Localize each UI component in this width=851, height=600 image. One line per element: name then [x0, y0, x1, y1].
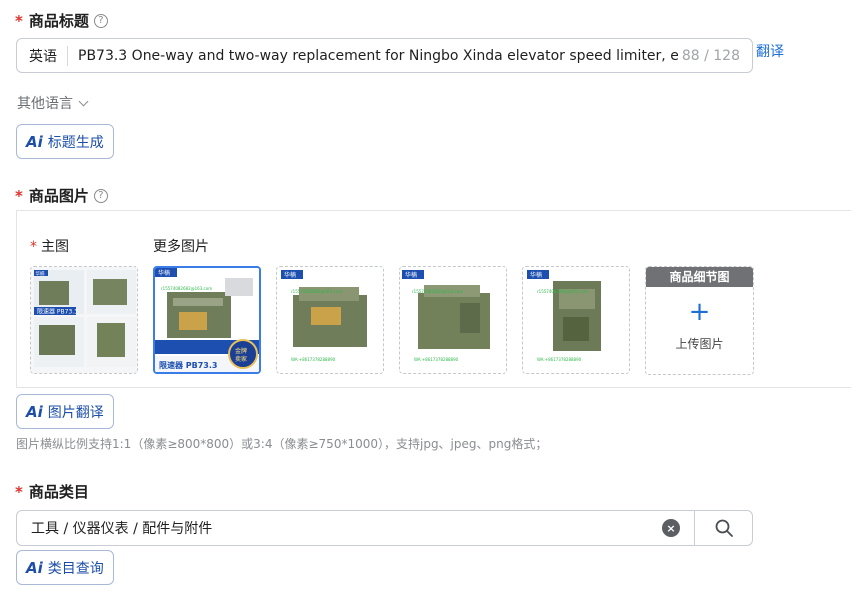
svg-text:卖家: 卖家 [235, 355, 247, 363]
thumb-brand-text: 华楠 [36, 270, 45, 277]
ai-title-generate-label: 标题生成 [47, 134, 104, 151]
svg-text:华楠: 华楠 [158, 269, 170, 277]
svg-text:r15574082682@163.com: r15574082682@163.com [537, 289, 588, 294]
ai-icon: Ai [26, 558, 43, 577]
ai-image-translate-button[interactable]: Ai 图片翻译 [16, 394, 114, 429]
category-label-row: * 商品类目 [15, 481, 89, 502]
svg-text:华楠: 华楠 [284, 271, 296, 279]
svg-text:r15574082682@163.com: r15574082682@163.com [161, 286, 212, 291]
svg-text:r15574082682@163.com: r15574082682@163.com [412, 289, 463, 294]
ai-icon: Ai [26, 132, 43, 151]
ai-icon: Ai [26, 402, 43, 421]
category-label: 商品类目 [28, 483, 89, 501]
required-mark: * [15, 11, 23, 30]
help-icon[interactable]: ? [93, 188, 108, 203]
more-images-label: 更多图片 [153, 239, 209, 255]
svg-text:限速器 PB73.3: 限速器 PB73.3 [159, 360, 217, 370]
image-format-hint: 图片横纵比例支持1:1（像素≥800*800）或3:4（像素≥750*1000）… [16, 437, 548, 451]
required-mark: * [15, 482, 23, 501]
title-input[interactable]: 英语 PB73.3 One-way and two-way replacemen… [16, 38, 753, 73]
search-button[interactable] [694, 511, 752, 545]
upload-detail-image[interactable]: 商品细节图 + 上传图片 [645, 266, 754, 375]
plus-icon: + [688, 297, 711, 327]
svg-text:WA:+8617378288890: WA:+8617378288890 [291, 357, 336, 362]
chevron-down-icon [78, 96, 89, 106]
upload-image-label: 上传图片 [675, 337, 724, 351]
title-label-row: * 商品标题 ? [15, 10, 108, 31]
category-value[interactable]: 工具 / 仪器仪表 / 配件与附件 [17, 518, 662, 538]
other-languages-label: 其他语言 [17, 96, 73, 112]
image-label-row: * 商品图片 ? [15, 185, 108, 206]
ai-category-query-button[interactable]: Ai 类目查询 [16, 550, 114, 585]
ai-title-generate-button[interactable]: Ai 标题生成 [16, 124, 114, 159]
svg-text:华楠: 华楠 [405, 271, 417, 279]
main-image-label: * 主图 [30, 239, 69, 255]
svg-text:金牌: 金牌 [235, 347, 247, 355]
title-value[interactable]: PB73.3 One-way and two-way replacement f… [78, 48, 678, 64]
clear-icon[interactable]: × [662, 519, 680, 537]
title-char-counter: 88 / 128 [681, 47, 740, 64]
ai-image-translate-label: 图片翻译 [47, 404, 104, 421]
help-icon[interactable]: ? [93, 13, 108, 28]
translate-link[interactable]: 翻译 [756, 41, 784, 61]
ai-category-query-label: 类目查询 [47, 560, 104, 577]
svg-text:华楠: 华楠 [530, 271, 542, 279]
product-image-thumbnail[interactable]: 华楠 r15574082682@163.com WA:+861737828889… [276, 266, 384, 374]
product-image-thumbnail[interactable]: 华楠 r15574082682@163.com 限速器 PB73.3 金牌 卖家 [153, 266, 261, 374]
svg-text:WA:+8617378288890: WA:+8617378288890 [537, 357, 582, 362]
title-label: 商品标题 [28, 12, 89, 30]
required-mark: * [30, 239, 37, 255]
product-image-thumbnail[interactable]: 华楠 r15574082682@163.com WA:+861737828889… [522, 266, 630, 374]
svg-text:r15574082682@163.com: r15574082682@163.com [291, 289, 342, 294]
product-image-thumbnail[interactable]: 华楠 r15574082682@163.com WA:+861737828889… [399, 266, 507, 374]
required-mark: * [15, 186, 23, 205]
thumb-product-text: 限速器 PB73.3 [37, 308, 78, 316]
other-languages-toggle[interactable]: 其他语言 [17, 93, 89, 113]
main-image-thumbnail[interactable]: 限速器 PB73.3 华楠 [30, 266, 138, 374]
search-icon [715, 519, 733, 537]
image-label: 商品图片 [28, 187, 89, 205]
language-selector[interactable]: 英语 [29, 45, 68, 66]
upload-box-header: 商品细节图 [646, 267, 753, 287]
category-input[interactable]: 工具 / 仪器仪表 / 配件与附件 × [16, 510, 753, 546]
svg-text:WA:+8617378288890: WA:+8617378288890 [414, 357, 459, 362]
